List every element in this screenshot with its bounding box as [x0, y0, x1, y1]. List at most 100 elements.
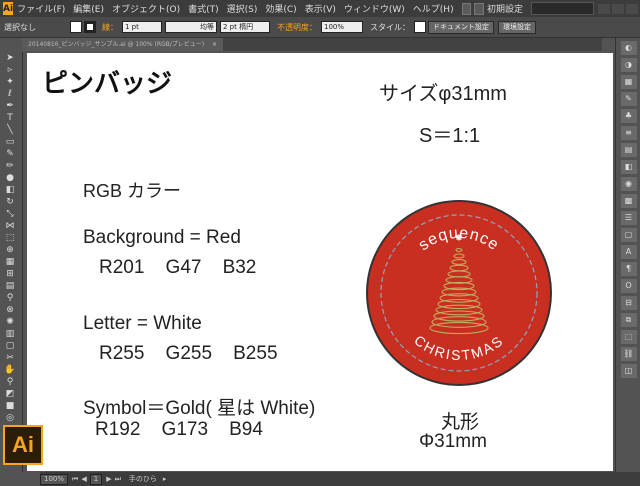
rgb-heading: RGB カラー [83, 181, 182, 201]
color-guide-icon[interactable]: ◑ [620, 58, 637, 72]
arrange-documents-icon[interactable] [474, 2, 484, 15]
align-panel-icon[interactable]: ⊟ [620, 296, 637, 310]
slice-tool-icon[interactable]: ✂ [0, 352, 20, 364]
symbol-sprayer-tool-icon[interactable]: ✺ [0, 316, 20, 328]
artboard-tool-icon[interactable]: ▢ [0, 340, 20, 352]
opacity-label[interactable]: 不透明度： [277, 22, 317, 33]
search-input[interactable] [531, 2, 594, 15]
last-artboard-icon[interactable]: ⏭ [115, 475, 121, 484]
free-transform-tool-icon[interactable]: ⬚ [0, 232, 20, 244]
transparency-panel-icon[interactable]: ◧ [620, 160, 637, 174]
tab-close-icon[interactable]: × [212, 41, 217, 48]
preferences-button[interactable]: 環境設定 [498, 20, 536, 34]
blob-brush-tool-icon[interactable]: ● [0, 172, 20, 184]
hand-tool-icon[interactable]: ✋ [0, 364, 20, 376]
scale-tool-icon[interactable]: ⤡ [0, 208, 20, 220]
workspace-switcher[interactable]: 初期設定 [487, 2, 523, 15]
swatches-panel-icon[interactable]: ▦ [620, 75, 637, 89]
lasso-tool-icon[interactable]: ℓ [0, 88, 20, 100]
transform-panel-icon[interactable]: ⬚ [620, 330, 637, 344]
symbols-panel-icon[interactable]: ♣ [620, 109, 637, 123]
color-mode-icon[interactable]: ■ [0, 400, 20, 412]
line-tool-icon[interactable]: ╲ [0, 124, 20, 136]
perspective-grid-tool-icon[interactable]: ▦ [0, 256, 20, 268]
document-tab[interactable]: 20140816_ピンバッジ_サンプル.ai @ 100% (RGB/プレビュー… [22, 38, 224, 51]
links-panel-icon[interactable]: ⛓ [620, 347, 637, 361]
brush-definition[interactable]: 2 pt 楕円 [220, 21, 270, 33]
next-artboard-icon[interactable]: ▶ [106, 475, 111, 483]
graphic-style-swatch[interactable] [414, 21, 426, 33]
direct-selection-tool-icon[interactable]: ▹ [0, 64, 20, 76]
character-panel-icon[interactable]: A [620, 245, 637, 259]
close-icon[interactable] [626, 3, 638, 14]
badge-shape-label: 丸形 [441, 412, 480, 433]
artboard: ピンバッジ サイズφ31mm S＝1:1 RGB カラー Background … [27, 53, 613, 471]
stroke-panel-icon[interactable]: ≡ [620, 126, 637, 140]
current-tool-status[interactable]: 手のひら [129, 474, 157, 484]
navigator-panel-icon[interactable]: ◫ [620, 364, 637, 378]
stroke-label: 線： [102, 22, 118, 32]
pathfinder-panel-icon[interactable]: ⧉ [620, 313, 637, 327]
rectangle-tool-icon[interactable]: ▭ [0, 136, 20, 148]
illustrator-logo: Ai [3, 425, 43, 465]
badge-diameter-label: Φ31mm [419, 431, 487, 452]
app-logo: Ai [3, 2, 14, 15]
stroke-swatch[interactable] [84, 21, 96, 33]
first-artboard-icon[interactable]: ⏮ [72, 475, 78, 484]
rotate-tool-icon[interactable]: ↻ [0, 196, 20, 208]
color-panel-icon[interactable]: ◐ [620, 41, 637, 55]
symbol-color-label: Symbol＝Gold( 星は White) [83, 398, 316, 419]
graphic-styles-panel-icon[interactable]: ▩ [620, 194, 637, 208]
prev-artboard-icon[interactable]: ◀ [81, 475, 86, 483]
minimize-icon[interactable] [598, 3, 610, 14]
menu-select[interactable]: 選択(S) [227, 2, 258, 15]
document-setup-button[interactable]: ドキュメント設定 [428, 20, 494, 34]
gradient-panel-icon[interactable]: ▤ [620, 143, 637, 157]
shape-builder-tool-icon[interactable]: ⊕ [0, 244, 20, 256]
opentype-panel-icon[interactable]: O [620, 279, 637, 293]
letter-color-label: Letter = White [83, 313, 202, 334]
paintbrush-tool-icon[interactable]: ✎ [0, 148, 20, 160]
variable-width-profile[interactable]: 均等 [165, 21, 217, 33]
pen-tool-icon[interactable]: ✒ [0, 100, 20, 112]
brushes-panel-icon[interactable]: ✎ [620, 92, 637, 106]
zoom-tool-icon[interactable]: ⚲ [0, 376, 20, 388]
status-menu-icon[interactable]: ▸ [163, 475, 167, 483]
menu-view[interactable]: 表示(V) [305, 2, 336, 15]
menu-file[interactable]: ファイル(F) [17, 2, 65, 15]
background-color-values: R201 G47 B32 [99, 257, 257, 278]
type-tool-icon[interactable]: T [0, 112, 20, 124]
fill-swatch[interactable] [70, 21, 82, 33]
mesh-tool-icon[interactable]: ⊞ [0, 268, 20, 280]
eyedropper-tool-icon[interactable]: ⚲ [0, 292, 20, 304]
opacity-field[interactable]: 100% [321, 21, 363, 33]
zoom-field[interactable]: 100% [40, 473, 69, 485]
selection-status: 選択なし [4, 22, 36, 32]
artboard-number-field[interactable]: 1 [89, 473, 103, 485]
menu-help[interactable]: ヘルプ(H) [413, 2, 454, 15]
bridge-icon[interactable] [461, 2, 472, 15]
appearance-panel-icon[interactable]: ◉ [620, 177, 637, 191]
eraser-tool-icon[interactable]: ◧ [0, 184, 20, 196]
symbol-color-values: R192 G173 B94 [95, 419, 263, 440]
menu-window[interactable]: ウィンドウ(W) [344, 2, 405, 15]
background-color-label: Background = Red [83, 227, 241, 248]
menu-type[interactable]: 書式(T) [188, 2, 219, 15]
pencil-tool-icon[interactable]: ✏ [0, 160, 20, 172]
column-graph-tool-icon[interactable]: ▥ [0, 328, 20, 340]
menu-object[interactable]: オブジェクト(O) [112, 2, 180, 15]
fill-stroke-icon[interactable]: ◩ [0, 388, 20, 400]
width-tool-icon[interactable]: ⋈ [0, 220, 20, 232]
selection-tool-icon[interactable]: ➤ [0, 52, 20, 64]
menu-effect[interactable]: 効果(C) [265, 2, 296, 15]
menu-edit[interactable]: 編集(E) [73, 2, 104, 15]
blend-tool-icon[interactable]: ⊗ [0, 304, 20, 316]
paragraph-panel-icon[interactable]: ¶ [620, 262, 637, 276]
stroke-weight-field[interactable]: 1 pt [122, 21, 162, 33]
gradient-tool-icon[interactable]: ▤ [0, 280, 20, 292]
magic-wand-tool-icon[interactable]: ✦ [0, 76, 20, 88]
maximize-icon[interactable] [612, 3, 624, 14]
artboards-panel-icon[interactable]: ▢ [620, 228, 637, 242]
layers-panel-icon[interactable]: ☰ [620, 211, 637, 225]
draw-mode-icon[interactable]: ◎ [0, 412, 20, 424]
